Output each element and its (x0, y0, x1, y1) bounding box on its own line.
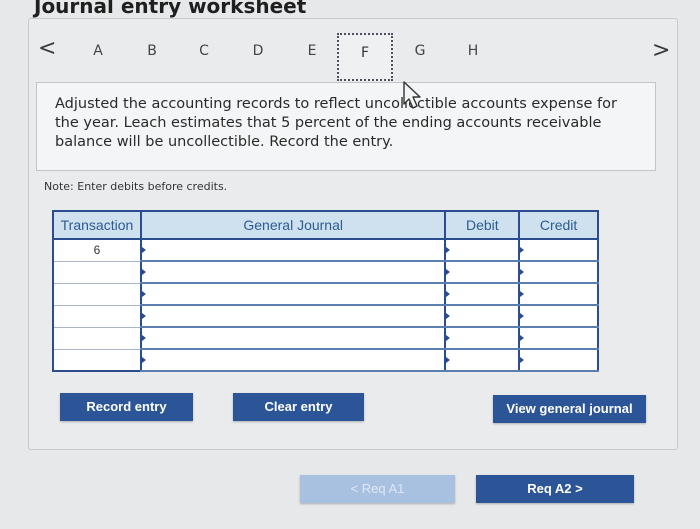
instruction-text: Adjusted the accounting records to refle… (55, 96, 617, 150)
debit-input[interactable] (444, 239, 520, 262)
transaction-cell (52, 349, 141, 372)
mouse-cursor-icon (403, 81, 421, 109)
transaction-cell (52, 261, 141, 284)
debit-input[interactable] (444, 261, 520, 284)
page-title: Journal entry worksheet (34, 0, 307, 18)
next-arrow-icon[interactable]: > (652, 38, 670, 63)
journal-input[interactable] (139, 239, 446, 262)
req-a1-button[interactable]: < Req A1 (300, 475, 455, 503)
credit-input[interactable] (518, 305, 598, 328)
tab-d[interactable]: D (248, 43, 268, 59)
debit-input[interactable] (444, 305, 520, 328)
journal-input[interactable] (139, 327, 446, 350)
credit-input[interactable] (518, 327, 598, 350)
table-row (52, 261, 598, 284)
journal-input[interactable] (139, 305, 446, 328)
tab-f[interactable]: F (337, 33, 393, 81)
journal-input[interactable] (139, 261, 446, 284)
header-debit: Debit (444, 210, 521, 240)
instruction-box: Adjusted the accounting records to refle… (36, 82, 656, 171)
table-row (52, 283, 598, 306)
table-row (52, 349, 598, 372)
debit-input[interactable] (444, 327, 520, 350)
credit-input[interactable] (518, 349, 598, 372)
header-general-journal: General Journal (139, 210, 447, 240)
tab-h[interactable]: H (463, 43, 483, 59)
view-general-journal-button[interactable]: View general journal (493, 395, 646, 423)
journal-input[interactable] (139, 349, 446, 372)
table-row: 6 (52, 239, 598, 262)
transaction-cell (52, 283, 141, 306)
debit-input[interactable] (444, 349, 520, 372)
note-text: Note: Enter debits before credits. (44, 180, 228, 193)
transaction-cell (52, 305, 141, 328)
journal-table: Transaction General Journal Debit Credit… (52, 210, 599, 372)
table-row (52, 327, 598, 350)
tab-c[interactable]: C (194, 43, 214, 59)
credit-input[interactable] (518, 261, 598, 284)
transaction-cell (52, 327, 141, 350)
transaction-cell: 6 (52, 239, 141, 262)
credit-input[interactable] (518, 283, 598, 306)
clear-entry-button[interactable]: Clear entry (233, 393, 364, 421)
record-entry-button[interactable]: Record entry (60, 393, 193, 421)
debit-input[interactable] (444, 283, 520, 306)
table-row (52, 305, 598, 328)
tab-g[interactable]: G (410, 43, 430, 59)
tab-b[interactable]: B (142, 43, 162, 59)
header-transaction: Transaction (52, 210, 142, 240)
tab-e[interactable]: E (302, 43, 322, 59)
credit-input[interactable] (518, 239, 598, 262)
journal-input[interactable] (139, 283, 446, 306)
req-a2-button[interactable]: Req A2 > (476, 475, 634, 503)
tab-a[interactable]: A (88, 43, 108, 59)
prev-arrow-icon[interactable]: < (38, 36, 56, 61)
header-credit: Credit (518, 210, 599, 240)
